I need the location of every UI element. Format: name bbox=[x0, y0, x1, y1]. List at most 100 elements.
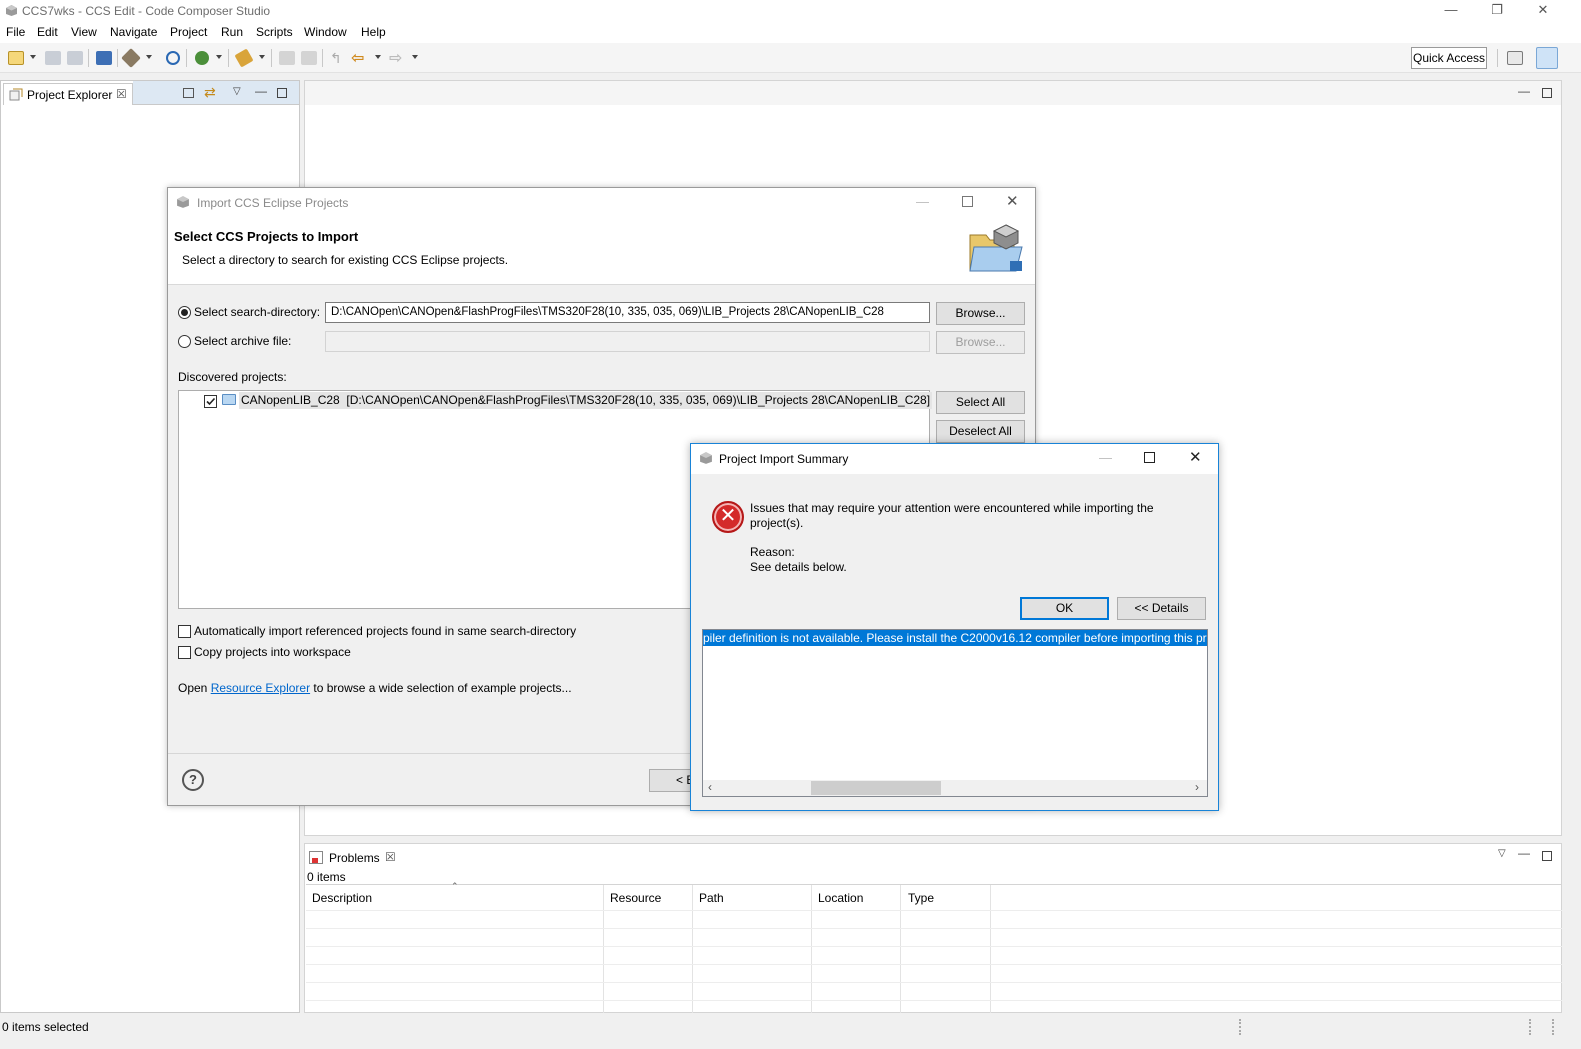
link-with-editor-icon[interactable]: ⇄ bbox=[204, 84, 216, 101]
debug-bug-icon[interactable] bbox=[195, 51, 209, 65]
back-arrow-icon[interactable]: ⇦ bbox=[351, 48, 364, 68]
save-all-icon[interactable] bbox=[67, 51, 83, 65]
minimize-button[interactable]: — bbox=[1099, 450, 1112, 465]
project-path: [D:\CANOpen\CANOpen&FlashProgFiles\TMS32… bbox=[346, 393, 931, 407]
forward-arrow-icon[interactable]: ⇨ bbox=[389, 48, 402, 68]
browse-directory-button[interactable]: Browse... bbox=[936, 302, 1025, 325]
prev-annotation-icon[interactable] bbox=[279, 51, 295, 65]
minimize-view-icon[interactable]: — bbox=[1518, 846, 1530, 860]
restore-button[interactable]: ❐ bbox=[1474, 0, 1520, 22]
resource-explorer-link[interactable]: Resource Explorer bbox=[211, 681, 310, 695]
ccs-edit-perspective-icon[interactable] bbox=[1536, 47, 1558, 69]
problems-count: 0 items bbox=[307, 870, 346, 884]
status-bar: 0 items selected bbox=[0, 1013, 1581, 1049]
menu-navigate[interactable]: Navigate bbox=[110, 25, 157, 39]
archive-file-label: Select archive file: bbox=[194, 334, 292, 348]
minimize-editor-icon[interactable]: — bbox=[1518, 84, 1530, 98]
tab-problems[interactable]: Problems ☒ bbox=[306, 846, 406, 868]
project-name: CANopenLIB_C28 bbox=[241, 393, 340, 407]
table-row-line bbox=[306, 964, 1562, 965]
tab-project-explorer[interactable]: Project Explorer ☒ bbox=[3, 83, 133, 105]
minimize-button[interactable]: — bbox=[1428, 0, 1474, 22]
new-dropdown-icon[interactable] bbox=[30, 55, 36, 59]
menubar: File Edit View Navigate Project Run Scri… bbox=[0, 22, 1581, 43]
search-directory-field[interactable]: D:\CANOpen\CANOpen&FlashProgFiles\TMS320… bbox=[325, 302, 930, 323]
view-menu-icon[interactable]: ▽ bbox=[1498, 848, 1506, 859]
menu-file[interactable]: File bbox=[6, 25, 25, 39]
select-all-button[interactable]: Select All bbox=[936, 391, 1025, 414]
close-button[interactable]: ✕ bbox=[1006, 192, 1019, 210]
save-icon[interactable] bbox=[45, 51, 61, 65]
maximize-view-icon[interactable] bbox=[1542, 851, 1552, 861]
column-header-resource[interactable]: Resource bbox=[610, 891, 661, 905]
column-header-description[interactable]: Description bbox=[312, 891, 372, 905]
flash-tool-icon[interactable] bbox=[234, 48, 254, 68]
menu-scripts[interactable]: Scripts bbox=[256, 25, 293, 39]
scrollbar-thumb[interactable] bbox=[811, 781, 941, 795]
menu-window[interactable]: Window bbox=[304, 25, 347, 39]
project-checkbox[interactable] bbox=[204, 395, 217, 408]
minimize-button[interactable]: — bbox=[916, 194, 929, 209]
toolbar-separator bbox=[186, 49, 187, 67]
search-icon[interactable] bbox=[166, 51, 180, 65]
forward-dropdown-icon[interactable] bbox=[412, 55, 418, 59]
open-perspective-icon[interactable] bbox=[1507, 51, 1523, 65]
help-icon[interactable]: ? bbox=[182, 769, 204, 791]
project-explorer-tabbar: Project Explorer ☒ ⇄ ▽ — bbox=[1, 81, 299, 106]
details-textbox[interactable]: piler definition is not available. Pleas… bbox=[702, 629, 1208, 797]
last-edit-icon[interactable]: ↰ bbox=[330, 50, 342, 67]
archive-file-field[interactable] bbox=[325, 331, 930, 352]
debug-dropdown-icon[interactable] bbox=[216, 55, 222, 59]
search-directory-radio[interactable] bbox=[178, 306, 191, 319]
maximize-editor-icon[interactable] bbox=[1542, 88, 1552, 98]
browse-archive-button[interactable]: Browse... bbox=[936, 331, 1025, 354]
maximize-button[interactable] bbox=[1144, 452, 1155, 463]
scroll-left-icon[interactable]: ‹ bbox=[708, 780, 712, 794]
project-entry: CANopenLIB_C28 [D:\CANOpen\CANOpen&Flash… bbox=[239, 392, 933, 409]
list-item[interactable]: CANopenLIB_C28 [D:\CANOpen\CANOpen&Flash… bbox=[179, 392, 933, 410]
column-header-type[interactable]: Type bbox=[908, 891, 934, 905]
close-tab-icon[interactable]: ☒ bbox=[116, 87, 127, 101]
scroll-right-icon[interactable]: › bbox=[1195, 780, 1199, 794]
copy-projects-checkbox[interactable] bbox=[178, 646, 191, 659]
flash-dropdown-icon[interactable] bbox=[259, 55, 265, 59]
details-horizontal-scrollbar[interactable]: ‹ › bbox=[703, 780, 1207, 796]
hint-suffix: to browse a wide selection of example pr… bbox=[310, 681, 572, 695]
build-hammer-icon[interactable] bbox=[121, 48, 141, 68]
tab-label: Problems bbox=[329, 851, 380, 865]
details-toggle-button[interactable]: << Details bbox=[1117, 597, 1206, 620]
collapse-all-icon[interactable] bbox=[183, 88, 194, 98]
ok-button[interactable]: OK bbox=[1020, 597, 1109, 620]
menu-view[interactable]: View bbox=[71, 25, 97, 39]
menu-project[interactable]: Project bbox=[170, 25, 207, 39]
close-tab-icon[interactable]: ☒ bbox=[385, 850, 396, 864]
maximize-button[interactable] bbox=[962, 196, 973, 207]
minimize-view-icon[interactable]: — bbox=[255, 84, 267, 98]
auto-import-checkbox[interactable] bbox=[178, 625, 191, 638]
details-text: piler definition is not available. Pleas… bbox=[703, 630, 1207, 646]
close-button[interactable]: ✕ bbox=[1189, 448, 1202, 466]
maximize-view-icon[interactable] bbox=[277, 88, 287, 98]
reason-text: See details below. bbox=[750, 560, 847, 574]
menu-edit[interactable]: Edit bbox=[37, 25, 58, 39]
console-icon[interactable] bbox=[96, 51, 112, 65]
close-button[interactable]: ✕ bbox=[1520, 0, 1566, 22]
ccs-app-icon bbox=[176, 195, 190, 209]
column-header-path[interactable]: Path bbox=[699, 891, 724, 905]
error-icon: ✕ bbox=[712, 501, 744, 533]
menu-run[interactable]: Run bbox=[221, 25, 243, 39]
view-menu-icon[interactable]: ▽ bbox=[233, 86, 241, 97]
deselect-all-button[interactable]: Deselect All bbox=[936, 420, 1025, 443]
import-dialog-titlebar: Import CCS Eclipse Projects — ✕ bbox=[168, 188, 1035, 218]
quick-access-field[interactable]: Quick Access bbox=[1411, 47, 1487, 69]
archive-file-radio[interactable] bbox=[178, 335, 191, 348]
new-icon[interactable] bbox=[8, 51, 24, 65]
build-dropdown-icon[interactable] bbox=[146, 55, 152, 59]
column-header-location[interactable]: Location bbox=[818, 891, 863, 905]
next-annotation-icon[interactable] bbox=[301, 51, 317, 65]
import-dialog-title: Import CCS Eclipse Projects bbox=[197, 196, 349, 210]
back-dropdown-icon[interactable] bbox=[375, 55, 381, 59]
summary-reason: Reason: See details below. bbox=[750, 545, 847, 575]
table-row-line bbox=[306, 928, 1562, 929]
menu-help[interactable]: Help bbox=[361, 25, 386, 39]
